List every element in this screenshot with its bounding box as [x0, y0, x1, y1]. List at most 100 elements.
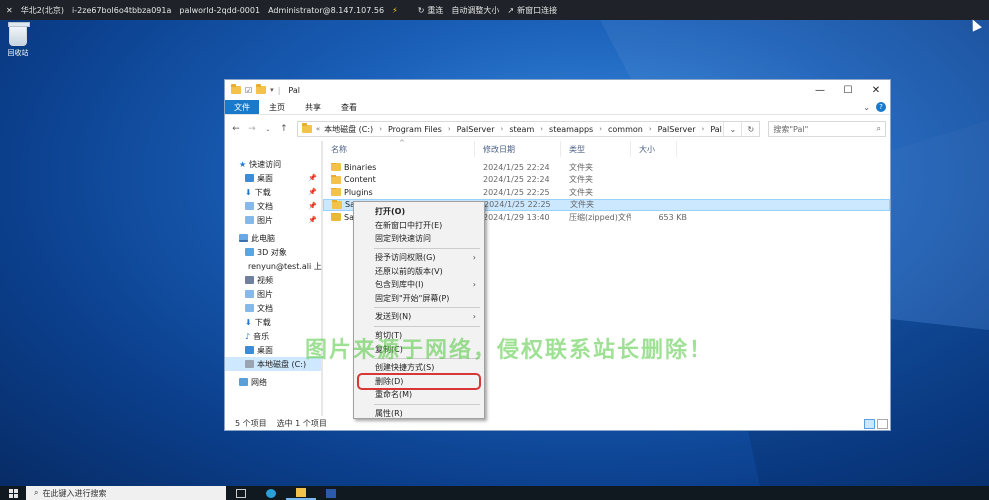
nav-item-3d-objects[interactable]: 3D 对象: [225, 245, 321, 259]
address-dropdown-icon[interactable]: ⌄: [723, 122, 741, 136]
nav-item-documents[interactable]: 文档 📌: [225, 199, 321, 213]
pictures-icon: [245, 290, 254, 298]
menu-item-send-to[interactable]: 发送到(N) ›: [356, 310, 482, 324]
start-button[interactable]: [0, 488, 26, 498]
desktop-icon: [245, 346, 254, 354]
auto-resize-button[interactable]: 自动调整大小: [451, 5, 499, 16]
breadcrumb-local-disk[interactable]: 本地磁盘 (C:): [324, 124, 373, 135]
download-icon: ⬇: [245, 187, 252, 197]
breadcrumb-common[interactable]: common: [608, 125, 643, 134]
recent-locations-button[interactable]: ⌄: [261, 126, 275, 133]
menu-separator: [374, 307, 480, 309]
nav-item-downloads[interactable]: ⬇ 下载 📌: [225, 185, 321, 199]
menu-separator: [374, 247, 480, 249]
minimize-button[interactable]: —: [806, 80, 834, 100]
tab-share[interactable]: 共享: [295, 100, 331, 114]
edge-icon: [266, 488, 276, 498]
nav-item-desktop[interactable]: 桌面 📌: [225, 171, 321, 185]
menu-item-give-access[interactable]: 授予访问权限(G) ›: [356, 251, 482, 265]
breadcrumb-steam[interactable]: steam: [509, 125, 534, 134]
menu-item-properties[interactable]: 属性(R): [356, 407, 482, 421]
window-titlebar[interactable]: ☑ ▾ | Pal — ☐ ✕: [225, 80, 890, 100]
ribbon-expand-icon[interactable]: ⌄: [863, 103, 870, 112]
breadcrumb-overflow-icon[interactable]: «: [316, 125, 320, 133]
menu-item-restore-versions[interactable]: 还原以前的版本(V): [356, 264, 482, 278]
edge-button[interactable]: [256, 486, 286, 500]
music-icon: ♪: [245, 331, 251, 341]
menu-separator: [374, 325, 480, 327]
menu-item-pin-quick-access[interactable]: 固定到快速访问: [356, 232, 482, 246]
table-row[interactable]: Binaries 2024/1/25 22:24 文件夹: [323, 161, 890, 174]
recycle-bin-shortcut[interactable]: 回收站: [3, 22, 33, 58]
reconnect-button[interactable]: ↻ 重连: [418, 5, 444, 16]
nav-item-videos[interactable]: 视频: [225, 273, 321, 287]
breadcrumb-palserver-2[interactable]: PalServer: [658, 125, 696, 134]
nav-item-pc-pictures[interactable]: 图片: [225, 287, 321, 301]
search-icon: ⌕: [876, 124, 881, 133]
close-button[interactable]: ✕: [862, 80, 890, 100]
new-folder-icon[interactable]: [256, 84, 267, 94]
breadcrumb-pal[interactable]: Pal: [710, 125, 722, 134]
table-row[interactable]: Content 2024/1/25 22:24 文件夹: [323, 174, 890, 187]
up-button[interactable]: ↑: [277, 124, 291, 134]
nav-item-redirected-drive[interactable]: renyun@test.ali 上: [225, 259, 322, 273]
large-icons-view-icon[interactable]: [877, 419, 888, 429]
column-header-name[interactable]: ^ 名称: [323, 139, 475, 157]
nav-item-pictures[interactable]: 图片 📌: [225, 213, 321, 227]
folder-icon: [332, 200, 342, 209]
remote-region: 华北2(北京): [20, 5, 65, 15]
taskbar-search-input[interactable]: ⌕ 在此键入进行搜索: [26, 486, 226, 500]
nav-item-pc-downloads[interactable]: ⬇ 下载: [225, 315, 321, 329]
new-window-connect-button[interactable]: ↗ 新窗口连接: [507, 5, 557, 16]
quick-access-dropdown-icon[interactable]: ▾: [270, 86, 274, 94]
folder-icon: [331, 162, 341, 172]
ribbon-tabs: 文件 主页 共享 查看 ⌄ ?: [225, 100, 890, 115]
nav-this-pc[interactable]: 此电脑: [225, 231, 321, 245]
nav-quick-access[interactable]: ★ 快速访问: [225, 157, 321, 171]
status-bar: 5 个项目 选中 1 个项目: [225, 416, 890, 430]
help-icon[interactable]: ?: [876, 102, 886, 112]
folder-icon: [231, 84, 241, 94]
table-row[interactable]: Plugins 2024/1/25 22:25 文件夹: [323, 186, 890, 199]
refresh-icon[interactable]: ↻: [741, 122, 759, 136]
window-title: Pal: [288, 85, 300, 95]
forward-button[interactable]: →: [245, 124, 259, 134]
document-icon: [245, 304, 254, 312]
details-view-icon[interactable]: [864, 419, 875, 429]
nav-item-pc-documents[interactable]: 文档: [225, 301, 321, 315]
back-button[interactable]: ←: [229, 124, 243, 134]
menu-item-pin-to-start[interactable]: 固定到"开始"屏幕(P): [356, 292, 482, 306]
tab-file[interactable]: 文件: [225, 100, 259, 114]
properties-icon[interactable]: ☑: [245, 86, 252, 95]
external-link-icon: ↗: [507, 5, 515, 15]
search-input[interactable]: 搜索"Pal" ⌕: [768, 121, 886, 137]
column-header-size[interactable]: 大小: [631, 141, 677, 157]
menu-item-delete[interactable]: 删除(D): [357, 372, 481, 391]
column-headers: ^ 名称 修改日期 类型 大小: [323, 139, 890, 157]
nav-network[interactable]: 网络: [225, 375, 321, 389]
file-explorer-taskbar-button[interactable]: [286, 486, 316, 500]
breadcrumb-palserver[interactable]: PalServer: [457, 125, 495, 134]
address-bar[interactable]: « 本地磁盘 (C:) › Program Files › PalServer › s…: [296, 121, 761, 137]
remote-menu-icon[interactable]: ✕: [6, 6, 13, 15]
zip-folder-icon: [331, 212, 341, 222]
tab-view[interactable]: 查看: [331, 100, 367, 114]
task-view-button[interactable]: [226, 486, 256, 500]
search-icon: ⌕: [34, 488, 39, 497]
menu-item-open[interactable]: 打开(O): [356, 205, 482, 219]
folder-icon: [331, 187, 341, 197]
breadcrumb-steamapps[interactable]: steamapps: [549, 125, 593, 134]
powershell-icon: [326, 488, 336, 498]
powershell-button[interactable]: [316, 486, 346, 500]
menu-item-include-in-library[interactable]: 包含到库中(I) ›: [356, 278, 482, 292]
maximize-button[interactable]: ☐: [834, 80, 862, 100]
column-header-type[interactable]: 类型: [561, 141, 631, 157]
pictures-icon: [245, 216, 254, 224]
breadcrumb-program-files[interactable]: Program Files: [388, 125, 442, 134]
tab-home[interactable]: 主页: [259, 100, 295, 114]
folder-icon: [301, 123, 312, 133]
menu-item-open-new-window[interactable]: 在新窗口中打开(E): [356, 219, 482, 233]
column-header-date[interactable]: 修改日期: [475, 141, 561, 157]
submenu-arrow-icon: ›: [472, 280, 476, 290]
menu-item-rename[interactable]: 重命名(M): [356, 388, 482, 402]
